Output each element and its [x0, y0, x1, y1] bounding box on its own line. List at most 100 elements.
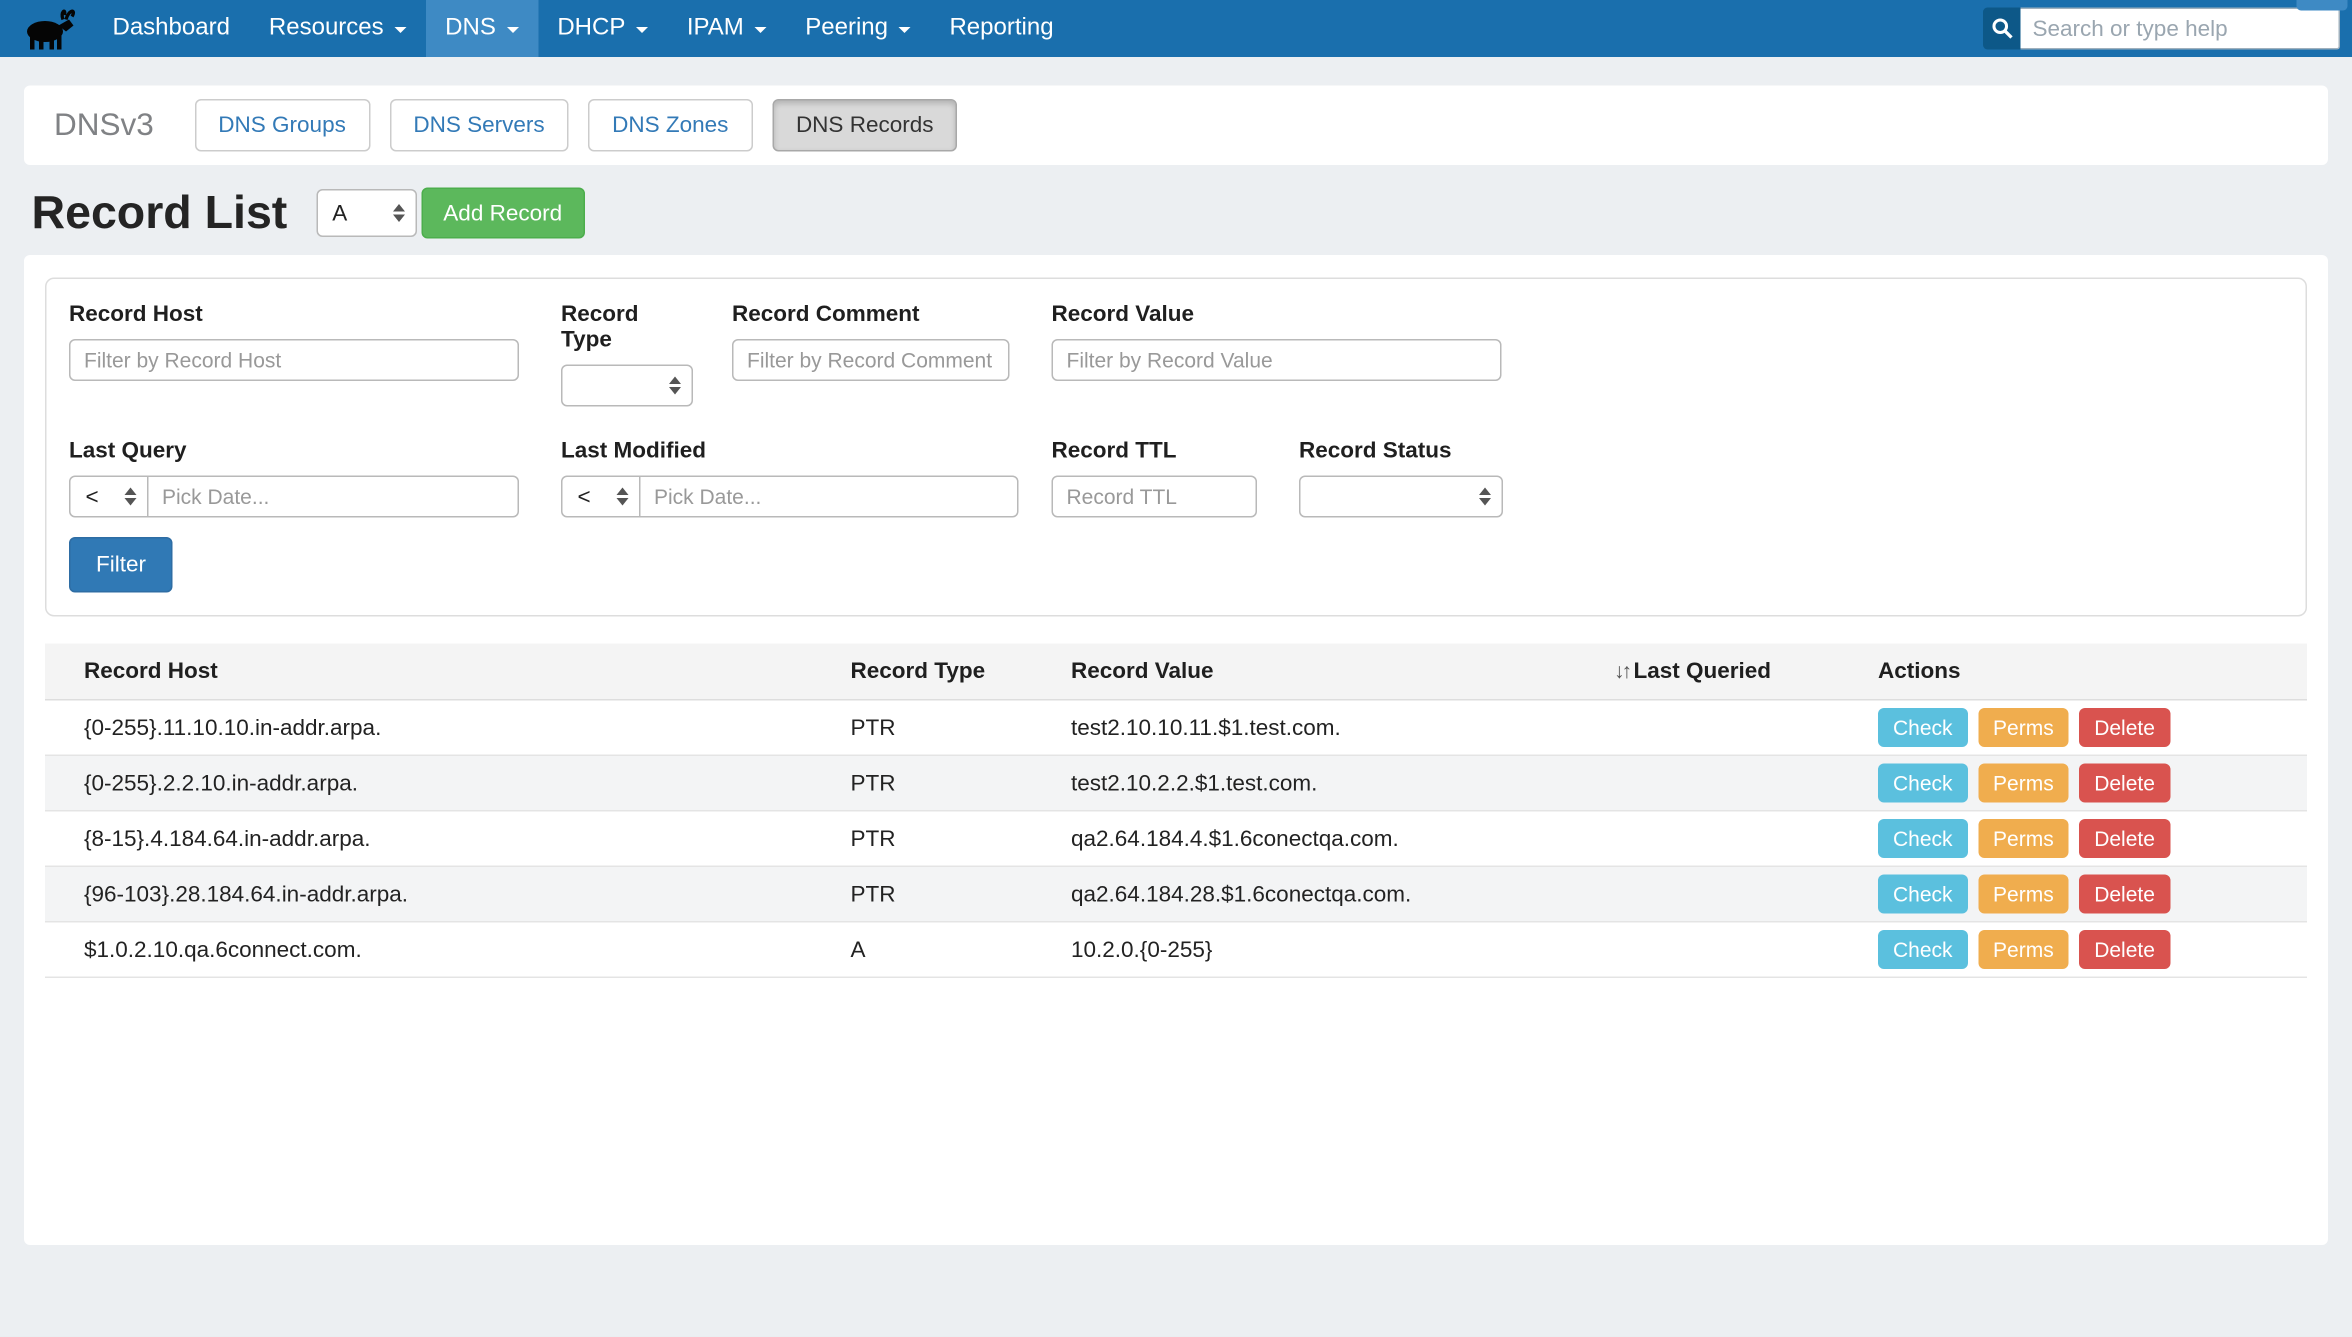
- filter-row-2: Last Query < Last Modified <: [69, 438, 2283, 518]
- cell-record-value: 10.2.0.{0-255}: [1059, 922, 1602, 978]
- last-query-comparator-value: <: [86, 484, 99, 510]
- caret-down-icon: [506, 27, 518, 33]
- record-value-label: Record Value: [1052, 302, 1502, 328]
- dnsv3-tab-bar: DNSv3 DNS Groups DNS Servers DNS Zones D…: [24, 86, 2328, 166]
- cell-record-type: PTR: [839, 755, 1060, 811]
- cell-record-type: PTR: [839, 811, 1060, 867]
- check-button[interactable]: Check: [1878, 930, 1968, 969]
- col-header-record-type: Record Type: [839, 644, 1060, 700]
- col-header-label: Actions: [1878, 659, 1961, 685]
- delete-button[interactable]: Delete: [2079, 819, 2170, 858]
- cell-record-value: test2.10.10.11.$1.test.com.: [1059, 700, 1602, 756]
- delete-button[interactable]: Delete: [2079, 764, 2170, 803]
- cell-record-host: {0-255}.2.2.10.in-addr.arpa.: [45, 755, 839, 811]
- col-header-last-queried[interactable]: ↓↑Last Queried: [1602, 644, 1866, 700]
- check-button[interactable]: Check: [1878, 875, 1968, 914]
- record-status-select[interactable]: [1299, 476, 1503, 518]
- record-value-input[interactable]: [1052, 339, 1502, 381]
- select-arrows-icon: [669, 377, 681, 395]
- filter-record-comment: Record Comment: [732, 302, 1010, 407]
- nav-item-label: Peering: [805, 15, 888, 42]
- filter-last-modified: Last Modified <: [561, 438, 1019, 518]
- cell-record-value: qa2.64.184.28.$1.6conectqa.com.: [1059, 866, 1602, 922]
- record-status-label: Record Status: [1299, 438, 1503, 464]
- perms-button[interactable]: Perms: [1978, 875, 2069, 914]
- cell-record-host: {96-103}.28.184.64.in-addr.arpa.: [45, 866, 839, 922]
- cell-actions: Check Perms Delete: [1866, 922, 2307, 978]
- record-type-label: Record Type: [561, 302, 693, 353]
- record-host-label: Record Host: [69, 302, 519, 328]
- nav-item-reporting[interactable]: Reporting: [930, 0, 1073, 57]
- last-query-comparator-select[interactable]: <: [69, 476, 149, 518]
- tab-dns-records[interactable]: DNS Records: [772, 99, 958, 152]
- record-ttl-label: Record TTL: [1052, 438, 1258, 464]
- delete-button[interactable]: Delete: [2079, 875, 2170, 914]
- col-header-label: Record Value: [1071, 659, 1214, 685]
- select-arrows-icon: [125, 488, 137, 506]
- last-modified-date-input[interactable]: [641, 476, 1019, 518]
- last-modified-comparator-select[interactable]: <: [561, 476, 641, 518]
- check-button[interactable]: Check: [1878, 819, 1968, 858]
- cell-record-value: qa2.64.184.4.$1.6conectqa.com.: [1059, 811, 1602, 867]
- table-row: $1.0.2.10.qa.6connect.com. A 10.2.0.{0-2…: [45, 922, 2307, 978]
- check-button[interactable]: Check: [1878, 708, 1968, 747]
- record-host-input[interactable]: [69, 339, 519, 381]
- filter-last-query: Last Query <: [69, 438, 519, 518]
- cell-record-type: PTR: [839, 700, 1060, 756]
- record-type-select[interactable]: A: [316, 189, 417, 237]
- moose-logo-icon[interactable]: [0, 0, 93, 57]
- select-arrows-icon: [392, 204, 404, 222]
- nav-item-label: Dashboard: [113, 15, 230, 42]
- add-record-button[interactable]: Add Record: [421, 188, 585, 239]
- search-input[interactable]: [2021, 8, 2341, 50]
- delete-button[interactable]: Delete: [2079, 708, 2170, 747]
- select-arrows-icon: [1479, 488, 1491, 506]
- last-query-date-input[interactable]: [149, 476, 520, 518]
- nav-item-resources[interactable]: Resources: [249, 0, 425, 57]
- nav-item-dashboard[interactable]: Dashboard: [93, 0, 249, 57]
- last-modified-comparator-value: <: [578, 484, 591, 510]
- col-header-record-host: Record Host: [45, 644, 839, 700]
- filter-record-type: Record Type: [561, 302, 693, 407]
- cell-actions: Check Perms Delete: [1866, 866, 2307, 922]
- record-ttl-input[interactable]: [1052, 476, 1258, 518]
- filter-record-host: Record Host: [69, 302, 519, 407]
- cutoff-button-fragment: [2297, 0, 2348, 11]
- record-list-panel: Record Host Record Type Record Comment R…: [24, 255, 2328, 1245]
- record-comment-input[interactable]: [732, 339, 1010, 381]
- cell-last-queried: [1602, 811, 1866, 867]
- record-list-toolbar: Record List A Add Record: [32, 186, 2329, 240]
- col-header-label: Record Type: [851, 659, 986, 685]
- record-type-filter-select[interactable]: [561, 365, 693, 407]
- nav-item-dns[interactable]: DNS: [426, 0, 538, 57]
- nav-menu: Dashboard Resources DNS DHCP IPAM Peerin…: [93, 0, 1073, 57]
- col-header-record-value: Record Value: [1059, 644, 1602, 700]
- table-row: {0-255}.2.2.10.in-addr.arpa. PTR test2.1…: [45, 755, 2307, 811]
- perms-button[interactable]: Perms: [1978, 930, 2069, 969]
- search-icon[interactable]: [1983, 8, 2021, 50]
- table-row: {8-15}.4.184.64.in-addr.arpa. PTR qa2.64…: [45, 811, 2307, 867]
- tab-dns-zones[interactable]: DNS Zones: [588, 99, 752, 152]
- filter-record-ttl: Record TTL: [1052, 438, 1258, 518]
- perms-button[interactable]: Perms: [1978, 708, 2069, 747]
- perms-button[interactable]: Perms: [1978, 764, 2069, 803]
- tab-dns-groups[interactable]: DNS Groups: [194, 99, 370, 152]
- select-arrows-icon: [617, 488, 629, 506]
- cell-actions: Check Perms Delete: [1866, 700, 2307, 756]
- tab-dns-servers[interactable]: DNS Servers: [389, 99, 568, 152]
- record-comment-label: Record Comment: [732, 302, 1010, 328]
- cell-last-queried: [1602, 922, 1866, 978]
- perms-button[interactable]: Perms: [1978, 819, 2069, 858]
- delete-button[interactable]: Delete: [2079, 930, 2170, 969]
- filter-submit-button[interactable]: Filter: [69, 537, 173, 593]
- caret-down-icon: [394, 27, 406, 33]
- sort-arrows-icon[interactable]: ↓↑: [1614, 659, 1629, 683]
- nav-item-dhcp[interactable]: DHCP: [538, 0, 668, 57]
- nav-item-peering[interactable]: Peering: [786, 0, 930, 57]
- table-header-row: Record Host Record Type Record Value ↓↑L…: [45, 644, 2307, 700]
- nav-item-ipam[interactable]: IPAM: [667, 0, 785, 57]
- filter-record-status: Record Status: [1299, 438, 1503, 518]
- filter-card: Record Host Record Type Record Comment R…: [45, 278, 2307, 617]
- check-button[interactable]: Check: [1878, 764, 1968, 803]
- filter-record-value: Record Value: [1052, 302, 1502, 407]
